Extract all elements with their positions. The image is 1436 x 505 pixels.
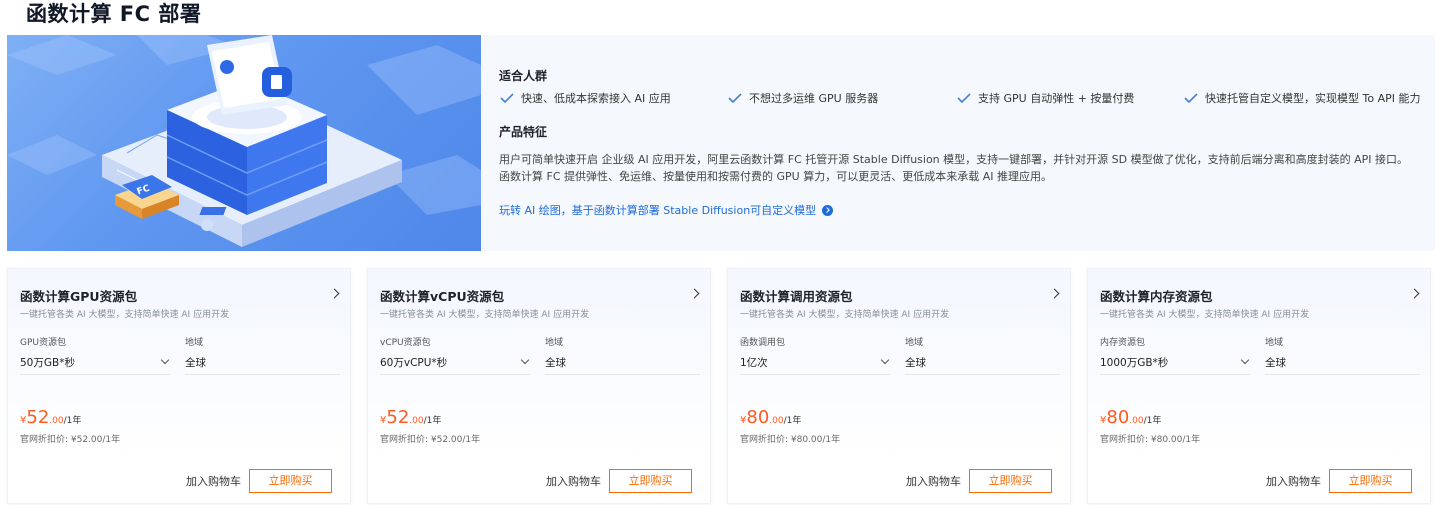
region-label: 地域 [545, 338, 564, 348]
price-period: /1年 [783, 416, 802, 426]
price-integer: 52 [386, 407, 410, 428]
add-to-cart-button[interactable]: 加入购物车 [186, 473, 241, 489]
price: ¥80.00/1年 [1100, 408, 1161, 431]
arrow-circle-right-icon [822, 204, 834, 216]
spec-label: vCPU资源包 [380, 338, 431, 348]
region-value-box: 全球 [545, 351, 700, 375]
price-integer: 80 [1106, 407, 1130, 428]
region-value-box: 全球 [905, 351, 1060, 375]
add-to-cart-button[interactable]: 加入购物车 [546, 473, 601, 489]
region-label: 地域 [185, 338, 204, 348]
features-description: 用户可简单快速开启 企业级 AI 应用开发，阿里云函数计算 FC 托管开源 St… [499, 153, 1408, 183]
product-card-invocation: 函数计算调用资源包 一键托管各类 AI 大模型，支持简单快速 AI 应用开发 函… [727, 268, 1071, 504]
hero-banner: FC 适合人群 快速、低成本探索接入 AI 应用 不想过多运维 GPU 服务器 … [7, 35, 1435, 251]
chevron-down-icon [520, 355, 530, 365]
chevron-down-icon [880, 355, 890, 365]
card-title[interactable]: 函数计算内存资源包 [1100, 286, 1213, 305]
region-value: 全球 [545, 357, 566, 369]
price: ¥52.00/1年 [380, 408, 441, 431]
audience-item: 快速托管自定义模型，实现模型 To API 能力 [1183, 90, 1420, 106]
card-subtitle: 一键托管各类 AI 大模型，支持简单快速 AI 应用开发 [20, 310, 230, 320]
buy-now-button[interactable]: 立即购买 [1329, 469, 1412, 493]
price-integer: 80 [746, 407, 770, 428]
spec-select-value: 60万vCPU*秒 [380, 357, 448, 369]
spec-select[interactable]: 1000万GB*秒 [1100, 351, 1250, 375]
original-price: 官网折扣价: ¥80.00/1年 [740, 435, 841, 445]
region-value: 全球 [905, 357, 926, 369]
chevron-down-icon [160, 355, 170, 365]
check-icon [1184, 93, 1198, 104]
audience-list: 快速、低成本探索接入 AI 应用 不想过多运维 GPU 服务器 支持 GPU 自… [499, 90, 1420, 106]
check-icon [500, 93, 514, 104]
spec-select[interactable]: 60万vCPU*秒 [380, 351, 530, 375]
price-period: /1年 [63, 416, 82, 426]
stable-diffusion-link-label: 玩转 AI 绘图，基于函数计算部署 Stable Diffusion可自定义模型 [499, 204, 817, 217]
card-title[interactable]: 函数计算调用资源包 [740, 286, 853, 305]
card-title[interactable]: 函数计算vCPU资源包 [380, 286, 504, 305]
original-price: 官网折扣价: ¥52.00/1年 [20, 435, 121, 445]
add-to-cart-button[interactable]: 加入购物车 [1266, 473, 1321, 489]
product-card-gpu: 函数计算GPU资源包 一键托管各类 AI 大模型，支持简单快速 AI 应用开发 … [7, 268, 351, 504]
price-decimal: .00 [769, 416, 784, 426]
card-subtitle: 一键托管各类 AI 大模型，支持简单快速 AI 应用开发 [740, 310, 950, 320]
card-subtitle: 一键托管各类 AI 大模型，支持简单快速 AI 应用开发 [1100, 310, 1310, 320]
hero-illustration: FC [7, 35, 481, 251]
region-value: 全球 [185, 357, 206, 369]
price-decimal: .00 [1129, 416, 1144, 426]
spec-select-value: 1亿次 [740, 357, 768, 369]
audience-item-label: 不想过多运维 GPU 服务器 [749, 92, 879, 105]
original-price: 官网折扣价: ¥52.00/1年 [380, 435, 481, 445]
check-icon [728, 93, 742, 104]
spec-label: 函数调用包 [740, 338, 786, 348]
product-card-vcpu: 函数计算vCPU资源包 一键托管各类 AI 大模型，支持简单快速 AI 应用开发… [367, 268, 711, 504]
region-label: 地域 [905, 338, 924, 348]
audience-item: 快速、低成本探索接入 AI 应用 [499, 90, 671, 106]
audience-title: 适合人群 [499, 69, 548, 83]
price: ¥52.00/1年 [20, 408, 81, 431]
region-label: 地域 [1265, 338, 1284, 348]
price-period: /1年 [1143, 416, 1162, 426]
region-value-box: 全球 [1265, 351, 1420, 375]
price-decimal: .00 [409, 416, 424, 426]
spec-select[interactable]: 1亿次 [740, 351, 890, 375]
hero-content: 适合人群 快速、低成本探索接入 AI 应用 不想过多运维 GPU 服务器 支持 … [499, 35, 1420, 251]
check-icon [957, 93, 971, 104]
audience-item: 支持 GPU 自动弹性 + 按量付费 [956, 90, 1134, 106]
spec-select-value: 50万GB*秒 [20, 357, 75, 369]
audience-item-label: 支持 GPU 自动弹性 + 按量付费 [978, 92, 1135, 105]
audience-item-label: 快速托管自定义模型，实现模型 To API 能力 [1205, 92, 1421, 105]
spec-label: GPU资源包 [20, 338, 66, 348]
price-period: /1年 [423, 416, 442, 426]
card-subtitle: 一键托管各类 AI 大模型，支持简单快速 AI 应用开发 [380, 310, 590, 320]
audience-item-label: 快速、低成本探索接入 AI 应用 [521, 92, 671, 105]
price-integer: 52 [26, 407, 50, 428]
buy-now-button[interactable]: 立即购买 [969, 469, 1052, 493]
price-decimal: .00 [49, 416, 64, 426]
server-illustration: FC [7, 35, 481, 247]
buy-now-button[interactable]: 立即购买 [609, 469, 692, 493]
audience-item: 不想过多运维 GPU 服务器 [727, 90, 878, 106]
page-title: 函数计算 FC 部署 [26, 2, 202, 26]
spec-select-value: 1000万GB*秒 [1100, 357, 1169, 369]
chevron-down-icon [1240, 355, 1250, 365]
buy-now-button[interactable]: 立即购买 [249, 469, 332, 493]
card-title[interactable]: 函数计算GPU资源包 [20, 286, 137, 305]
original-price: 官网折扣价: ¥80.00/1年 [1100, 435, 1201, 445]
stable-diffusion-link[interactable]: 玩转 AI 绘图，基于函数计算部署 Stable Diffusion可自定义模型 [499, 202, 834, 218]
spec-select[interactable]: 50万GB*秒 [20, 351, 170, 375]
add-to-cart-button[interactable]: 加入购物车 [906, 473, 961, 489]
region-value-box: 全球 [185, 351, 340, 375]
spec-label: 内存资源包 [1100, 338, 1146, 348]
product-card-memory: 函数计算内存资源包 一键托管各类 AI 大模型，支持简单快速 AI 应用开发 内… [1087, 268, 1431, 504]
features-title: 产品特征 [499, 125, 548, 139]
price: ¥80.00/1年 [740, 408, 801, 431]
region-value: 全球 [1265, 357, 1286, 369]
